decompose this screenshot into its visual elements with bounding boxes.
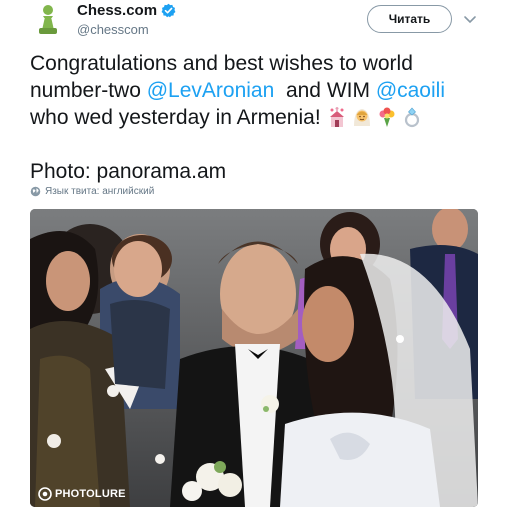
- pawn-logo-icon: [39, 5, 57, 34]
- bride-icon: [354, 109, 371, 126]
- photo-credit: Photo: panorama.am: [30, 160, 227, 183]
- follow-button[interactable]: Читать: [367, 5, 452, 33]
- camera-aperture-icon: [38, 487, 52, 501]
- display-name[interactable]: Chess.com: [77, 2, 157, 19]
- avatar[interactable]: [30, 2, 66, 38]
- bouquet-icon: [379, 107, 395, 127]
- photo-watermark: PHOTOLURE: [38, 487, 126, 501]
- mention-caoili[interactable]: @caoili: [376, 79, 445, 102]
- watermark-text: PHOTOLURE: [55, 488, 126, 500]
- verified-badge-icon: [161, 3, 176, 18]
- author-block: Chess.com @chesscom: [77, 2, 176, 37]
- wedding-chapel-icon: [330, 107, 345, 127]
- tweet-header: Chess.com @chesscom Читать: [0, 0, 505, 44]
- tweet-line-3: who wed yesterday in Armenia!: [30, 106, 327, 129]
- tweet-text: Congratulations and best wishes to world…: [30, 50, 485, 185]
- globe-icon: [30, 186, 41, 197]
- tweet-photo[interactable]: PHOTOLURE: [30, 209, 478, 507]
- ring-icon: [405, 107, 420, 128]
- tweet-language-note: Язык твита: английский: [30, 186, 154, 197]
- tweet-line-1: Congratulations and best wishes to world: [30, 52, 413, 75]
- mention-levaronian[interactable]: @LevAronian: [147, 79, 275, 102]
- tweet-line-2-mid: and WIM: [274, 79, 376, 102]
- wedding-photo-image: [30, 209, 478, 507]
- tweet-line-2-prefix: number-two: [30, 79, 147, 102]
- handle[interactable]: @chesscom: [77, 22, 176, 37]
- language-label[interactable]: Язык твита: английский: [45, 186, 154, 197]
- chevron-down-icon[interactable]: [462, 11, 478, 27]
